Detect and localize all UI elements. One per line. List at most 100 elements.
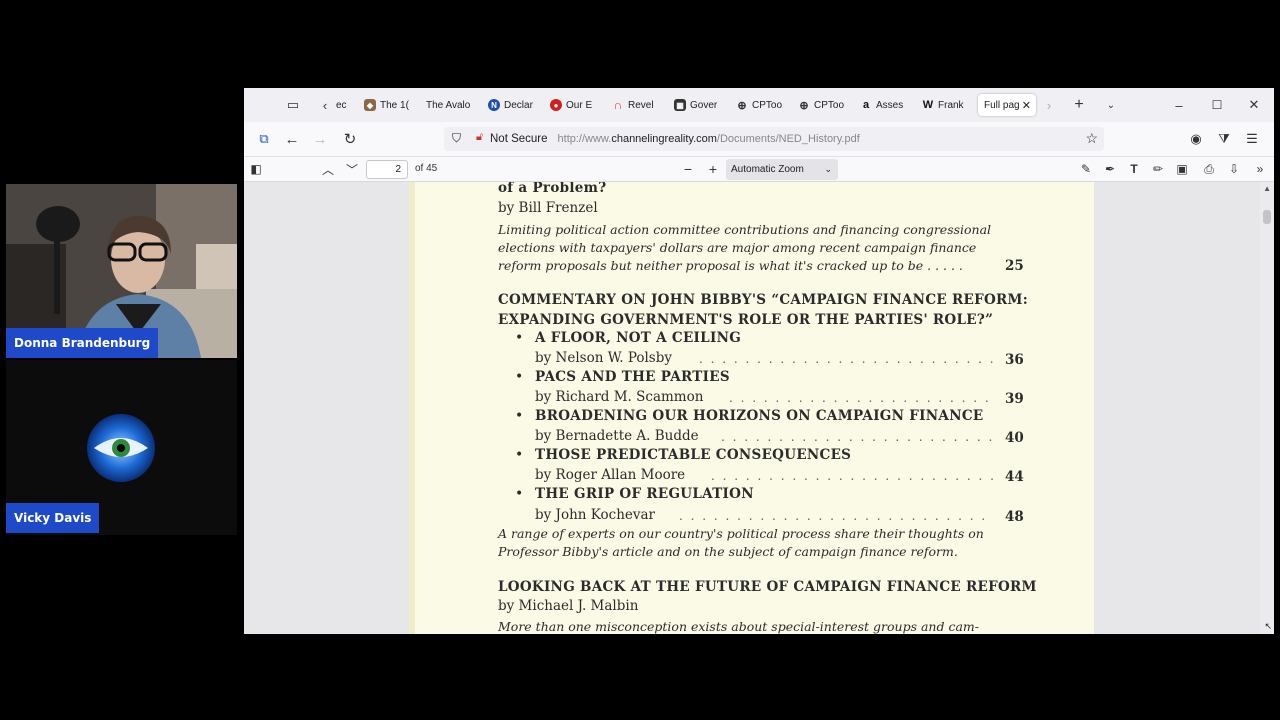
tab-label: Our E <box>566 99 593 111</box>
address-bar[interactable]: ⛉ 🔓︎ Not Secure http://www.channelingrea… <box>444 127 1104 151</box>
new-tab-icon[interactable]: + <box>1068 94 1090 116</box>
scroll-up-icon[interactable]: ▲ <box>1263 184 1271 193</box>
tab-6[interactable]: ▦ Gover <box>674 94 722 116</box>
tab-3[interactable]: N Declar <box>488 94 536 116</box>
sidebar-toggle-icon[interactable]: ◧ <box>246 159 266 179</box>
tab-label: Frank <box>938 99 964 111</box>
toc-entry-title: THOSE PREDICTABLE CONSEQUENCES <box>535 447 852 463</box>
pdf-toolbar: ◧ ︿ ﹀ 2 of 45 − + Automatic Zoom ⌄ ✎ ✒ T… <box>244 156 1274 182</box>
toc-entry-title: A FLOOR, NOT A CEILING <box>535 330 742 346</box>
menu-icon[interactable]: ☰ <box>1240 128 1264 150</box>
url-prefix: http://www. <box>557 133 612 145</box>
toc-page-number: 39 <box>1005 391 1024 407</box>
insecure-lock-icon[interactable]: 🔓︎ <box>476 131 483 144</box>
tab-label: The 1( <box>380 99 409 111</box>
tab-0[interactable]: ec <box>336 94 352 116</box>
bullet-icon: • <box>515 369 524 385</box>
tab-11-active[interactable]: Full pag ✕ <box>978 94 1036 116</box>
container-tab-icon[interactable]: ⧉ <box>252 128 276 150</box>
dot-leader: . . . . . . . . . . . . . . . . . . . . … <box>679 509 994 523</box>
globe-icon: ⊕ <box>737 99 747 112</box>
tab-1[interactable]: ◆ The 1( <box>364 94 410 116</box>
maximize-icon[interactable]: ☐ <box>1206 94 1228 116</box>
scroll-tabs-left-icon[interactable]: ‹ <box>314 94 336 116</box>
toc-entry-title: PACS AND THE PARTIES <box>535 369 730 385</box>
globe-icon: ⊕ <box>799 99 809 112</box>
tab-10[interactable]: W Frank <box>922 94 968 116</box>
red-logo-icon: ● <box>550 99 562 111</box>
reload-icon[interactable]: ↻ <box>338 128 362 150</box>
highlight-icon[interactable]: ✒ <box>1100 159 1120 179</box>
bullet-icon: • <box>515 447 524 463</box>
close-window-icon[interactable]: ✕ <box>1243 94 1265 116</box>
zoom-out-icon[interactable]: − <box>678 159 698 179</box>
url-domain: channelingreality.com <box>611 133 717 145</box>
toc-entry-author: by Bernadette A. Budde <box>535 428 699 444</box>
text-tool-icon[interactable]: T <box>1124 159 1144 179</box>
tab-4[interactable]: ● Our E <box>550 94 596 116</box>
toc-page-number: 44 <box>1005 469 1024 485</box>
url-path: /Documents/NED_History.pdf <box>716 133 860 145</box>
more-tools-icon[interactable]: » <box>1250 159 1270 179</box>
participant-tile-donna[interactable]: Donna Brandenburg <box>6 184 237 358</box>
toc-desc-line: elections with taxpayers' dollars are ma… <box>498 240 977 255</box>
print-icon[interactable]: ⎙ <box>1199 159 1219 179</box>
tab-label: Declar <box>504 99 533 111</box>
page-number-input[interactable]: 2 <box>366 160 408 179</box>
participant-tile-vicky[interactable]: Vicky Davis <box>6 360 237 535</box>
zoom-in-icon[interactable]: + <box>703 159 723 179</box>
browser-window: ▭ ‹ ec ◆ The 1( The Avalo N Declar ● Our… <box>244 88 1274 634</box>
bookmark-icon: ◆ <box>364 99 376 111</box>
edit-pdf-icon[interactable]: ✎ <box>1076 159 1096 179</box>
scroll-tabs-right-icon[interactable]: › <box>1038 94 1060 116</box>
close-tab-icon[interactable]: ✕ <box>1022 99 1031 112</box>
tab-2[interactable]: The Avalo <box>426 94 472 116</box>
n-logo-icon: N <box>488 99 500 111</box>
zoom-select[interactable]: Automatic Zoom ⌄ <box>726 159 838 180</box>
tab-8[interactable]: ⊕ CPToo <box>798 94 846 116</box>
extensions-icon[interactable]: ⧩ <box>1212 128 1236 150</box>
toc-desc-line: A range of experts on our country's poli… <box>498 526 984 541</box>
tab-bar: ▭ ‹ ec ◆ The 1( The Avalo N Declar ● Our… <box>244 88 1274 122</box>
account-icon[interactable]: ◉ <box>1184 128 1208 150</box>
amazon-icon: a <box>862 99 870 111</box>
dot-leader: . . . . . . . . . . . . . . . . . . . . … <box>699 352 994 366</box>
tab-label: Revel <box>628 99 654 111</box>
tab-label: CPToo <box>752 99 783 111</box>
previous-page-icon[interactable]: ︿ <box>318 159 338 179</box>
bullet-icon: • <box>515 486 524 502</box>
tab-5[interactable]: ∩ Revel <box>612 94 658 116</box>
navigation-bar: ⧉ ← → ↻ ⛉ 🔓︎ Not Secure http://www.chann… <box>244 122 1274 156</box>
dot-leader: . . . . . . . . . . . . . . . . . . . . … <box>711 469 994 483</box>
draw-icon[interactable]: ✏ <box>1148 159 1168 179</box>
tab-groups-icon[interactable]: ▭ <box>282 94 304 116</box>
next-page-icon[interactable]: ﹀ <box>342 159 362 179</box>
shield-icon[interactable]: ⛉ <box>452 131 461 146</box>
bullet-icon: • <box>515 330 524 346</box>
toc-desc-line: Limiting political action committee cont… <box>498 222 992 237</box>
list-tabs-icon[interactable]: ⌄ <box>1100 94 1122 116</box>
toc-heading: EXPANDING GOVERNMENT'S ROLE OR THE PARTI… <box>498 312 994 328</box>
dot-leader: . . . . . . . . . . . . . . . . . . . . … <box>729 391 994 405</box>
pdf-viewer[interactable]: of a Problem? by Bill Frenzel Limiting p… <box>244 182 1274 634</box>
vertical-scrollbar[interactable]: ▲ ↖ <box>1260 182 1274 634</box>
page-edge <box>409 182 415 634</box>
add-image-icon[interactable]: ▣ <box>1172 159 1192 179</box>
forward-icon[interactable]: → <box>308 128 332 150</box>
url-text[interactable]: http://www.channelingreality.com/Documen… <box>558 133 860 145</box>
tab-label: Gover <box>690 99 718 111</box>
tab-7[interactable]: ⊕ CPToo <box>736 94 784 116</box>
toc-author: by Bill Frenzel <box>498 200 598 216</box>
save-icon[interactable]: ⇩ <box>1224 159 1244 179</box>
bookmark-star-icon[interactable]: ☆ <box>1085 130 1098 147</box>
back-icon[interactable]: ← <box>280 128 304 150</box>
minimize-icon[interactable]: – <box>1168 94 1190 116</box>
participant-name-donna: Donna Brandenburg <box>6 328 159 358</box>
toc-desc-line: Professor Bibby's article and on the sub… <box>498 544 958 559</box>
tab-9[interactable]: a Asses <box>860 94 906 116</box>
not-secure-label[interactable]: Not Secure <box>490 133 548 145</box>
building-icon: ▦ <box>674 99 686 111</box>
participant-name-vicky: Vicky Davis <box>6 503 100 533</box>
scrollbar-thumb[interactable] <box>1263 210 1271 224</box>
pdf-page: of a Problem? by Bill Frenzel Limiting p… <box>409 182 1094 634</box>
